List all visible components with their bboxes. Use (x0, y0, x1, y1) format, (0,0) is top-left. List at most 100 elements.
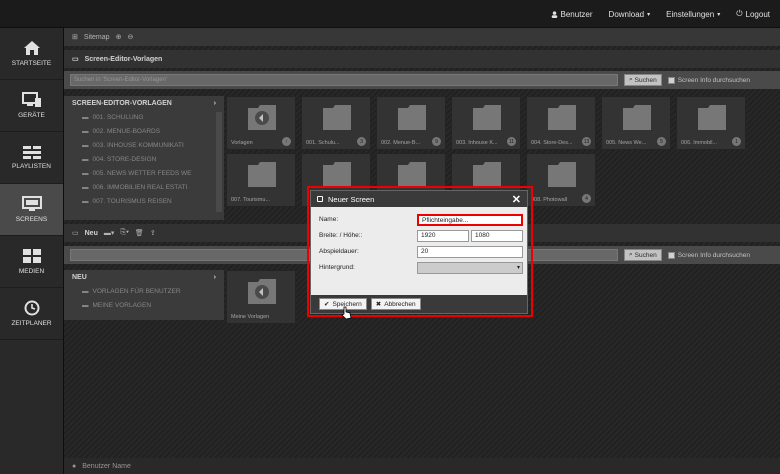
new-button[interactable]: Neu (85, 230, 98, 237)
zoom-out-icon[interactable]: ⊖ (127, 33, 133, 41)
tree-item[interactable]: ▬ MEINE VORLAGEN (64, 298, 224, 312)
templates-search-row: Suchen in 'Screen-Editor-Vorlagen' ⌕ Such… (64, 71, 780, 89)
cancel-button[interactable]: ✖ Abbrechen (370, 298, 421, 310)
tree-item[interactable]: ▬ 002. MENUE-BOARDS (64, 124, 224, 138)
tree-item[interactable]: ▬ 005. NEWS WETTER FEEDS WE (64, 166, 224, 180)
height-input[interactable]: 1080 (471, 230, 523, 242)
templates-tree: SCREEN-EDITOR-VORLAGEN › ▬ 001. SCHULUNG ▬… (64, 96, 224, 220)
folder-icon: ▬ (82, 141, 89, 149)
size-label: Breite: / Höhe:: (319, 232, 363, 239)
template-tile[interactable]: 006. Immobil... 1 (676, 96, 746, 150)
close-icon[interactable]: ✕ (512, 193, 521, 206)
folder-icon (473, 162, 501, 187)
folder-icon: ▬ (82, 301, 89, 309)
download-menu[interactable]: Download ▾ (609, 10, 651, 19)
folder-icon: ▬ (82, 127, 89, 135)
folder-icon (473, 105, 501, 130)
hand-cursor-icon (341, 306, 352, 320)
sidebar-item-playlisten[interactable]: PLAYLISTEN (0, 132, 63, 184)
caret-down-icon: ▾ (647, 11, 651, 18)
user-search-button[interactable]: ⌕ Suchen (624, 249, 662, 261)
user-tile[interactable]: Meine Vorlagen (226, 270, 296, 324)
zoom-in-icon[interactable]: ⊕ (116, 33, 122, 41)
tile-label: 005. News We... (606, 140, 647, 146)
tree-item[interactable]: ▬ 001. SCHULUNG (64, 110, 224, 124)
duration-label: Abspieldauer: (319, 248, 359, 255)
template-tile[interactable]: 008. Photowall 4 (526, 153, 596, 207)
tree-item[interactable]: ▬ 004. STORE-DESIGN (64, 152, 224, 166)
folder-icon: ▬ (82, 287, 89, 295)
tree-scrollbar[interactable] (216, 112, 222, 212)
new-screen-dialog: Neuer Screen ✕ Name: Pflichteingabe... B… (310, 190, 528, 314)
chevron-right-icon: › (213, 273, 216, 281)
user-info-checkbox[interactable]: Screen Info durchsuchen (667, 251, 750, 259)
user-menu[interactable]: Benutzer (551, 10, 593, 19)
trash-icon[interactable]: 🗑 (135, 229, 144, 237)
folder-icon (323, 105, 351, 130)
power-icon: ⏻ (736, 9, 743, 18)
tree-item[interactable]: ▬ 007. TOURISMUS REISEN (64, 194, 224, 208)
sidebar-item-startseite[interactable]: STARTSEITE (0, 28, 63, 80)
user-icon: ● (72, 462, 77, 470)
sitemap-link[interactable]: Sitemap (84, 34, 110, 41)
template-tile[interactable]: 004. Store-Des... 13 (526, 96, 596, 150)
duration-input[interactable]: 20 (417, 246, 523, 258)
tile-label: 008. Photowall (531, 197, 568, 203)
folder-back-icon (248, 105, 276, 130)
folder-icon (698, 105, 726, 130)
copy-icon[interactable]: ⎘▾ (120, 229, 129, 237)
template-tile[interactable]: 007. Tourismu... (226, 153, 296, 207)
bottom-bar: ● Benutzer Name (64, 458, 780, 474)
tree-item[interactable]: ▬ 006. IMMOBILIEN REAL ESTATI (64, 180, 224, 194)
folder-icon: ▭ (72, 230, 79, 237)
logout-link[interactable]: ⏻ Logout (736, 9, 770, 19)
sidebar: STARTSEITE GERÄTE PLAYLISTEN SCREENS MED… (0, 28, 64, 474)
tile-count-badge: 3 (357, 137, 366, 146)
name-input[interactable]: Pflichteingabe... (417, 214, 523, 226)
template-tile[interactable]: 001. Schulu... 3 (301, 96, 371, 150)
sidebar-item-geraete[interactable]: GERÄTE (0, 80, 63, 132)
folder-icon (623, 105, 651, 130)
upload-icon[interactable]: ⇪ (150, 229, 156, 237)
templates-tree-head[interactable]: SCREEN-EDITOR-VORLAGEN › (64, 96, 224, 110)
tile-count-badge: 5 (657, 137, 666, 146)
arrow-up-icon[interactable]: ↑ (282, 137, 291, 146)
tile-label: 003. Inhouse K... (456, 140, 498, 146)
background-select[interactable]: ▾ (417, 262, 523, 274)
tile-label: 007. Tourismu... (231, 197, 271, 203)
tile-label: 004. Store-Des... (531, 140, 573, 146)
template-tile[interactable]: 002. Menue-B... 9 (376, 96, 446, 150)
settings-menu[interactable]: Einstellungen ▾ (666, 10, 720, 19)
sidebar-item-zeitplaner[interactable]: ZEITPLANER (0, 288, 63, 340)
sidebar-item-screens[interactable]: SCREENS (0, 184, 63, 236)
checkbox-box[interactable] (667, 76, 675, 84)
template-tile[interactable]: Vorlagen ↑ (226, 96, 296, 150)
template-tile[interactable]: 003. Inhouse K... 11 (451, 96, 521, 150)
templates-search-input[interactable]: Suchen in 'Screen-Editor-Vorlagen' (70, 74, 618, 86)
home-icon (23, 41, 40, 55)
tree-item[interactable]: ▬ VORLAGEN FÜR BENUTZER (64, 284, 224, 298)
tile-count-badge: 4 (582, 194, 591, 203)
tree-item[interactable]: ▬ 003. INHOUSE KOMMUNIKATI (64, 138, 224, 152)
checkbox-box[interactable] (667, 251, 675, 259)
folder-back-icon (248, 279, 276, 304)
x-icon: ✖ (375, 301, 382, 308)
tile-count-badge: 13 (582, 137, 591, 146)
search-icon: ⌕ (629, 76, 633, 83)
top-bar: Benutzer Download ▾ Einstellungen ▾ ⏻ Logou… (0, 0, 780, 28)
templates-panel-header: ▭ Screen-Editor-Vorlagen (64, 50, 780, 68)
clock-icon (24, 300, 39, 316)
user-tree: NEU › ▬ VORLAGEN FÜR BENUTZER ▬ MEINE VORLA… (64, 270, 224, 320)
screens-icon (21, 196, 42, 211)
folder-icon (323, 162, 351, 187)
media-icon (22, 249, 41, 263)
caret-down-icon: ▾ (516, 265, 520, 271)
templates-search-button[interactable]: ⌕ Suchen (624, 74, 662, 86)
folder-icon: ▬ (82, 183, 89, 191)
width-input[interactable]: 1920 (417, 230, 469, 242)
sidebar-item-medien[interactable]: MEDIEN (0, 236, 63, 288)
new-folder-icon[interactable]: ▬▾ (104, 229, 115, 237)
user-tree-head[interactable]: NEU › (64, 270, 224, 284)
template-tile[interactable]: 005. News We... 5 (601, 96, 671, 150)
templates-info-checkbox[interactable]: Screen Info durchsuchen (667, 76, 750, 84)
